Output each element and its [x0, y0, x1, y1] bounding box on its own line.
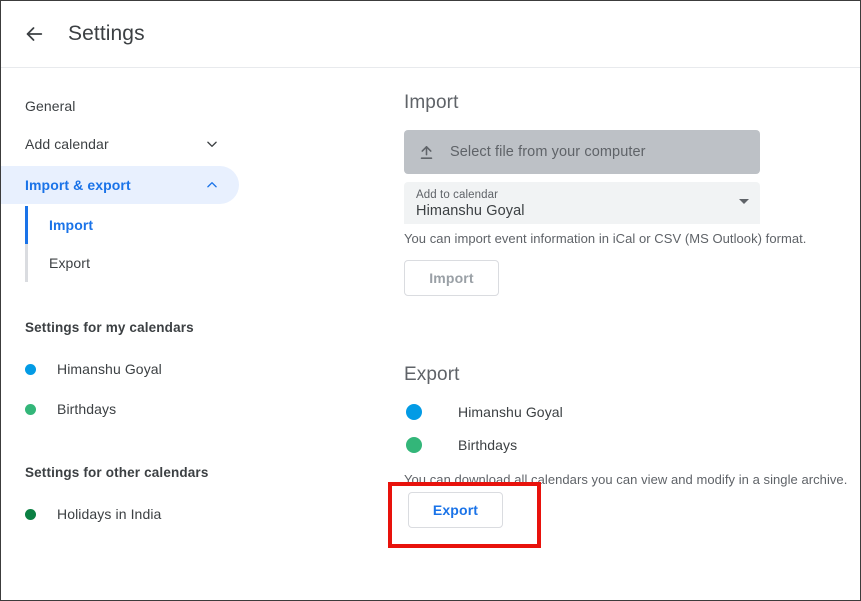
- sidebar-calendar-item[interactable]: Holidays in India: [25, 502, 161, 526]
- export-button-label: Export: [432, 502, 479, 518]
- export-section-title: Export: [404, 364, 460, 385]
- sidebar-calendar-item[interactable]: Himanshu Goyal: [25, 357, 162, 381]
- import-button-label: Import: [429, 270, 474, 286]
- sidebar-item-label: General: [25, 98, 76, 114]
- export-calendar-item: Himanshu Goyal: [406, 401, 563, 423]
- calendar-name: Birthdays: [458, 437, 518, 453]
- calendar-name: Himanshu Goyal: [458, 404, 563, 420]
- sidebar-subitem-import[interactable]: Import: [1, 206, 239, 244]
- sidebar-subitem-export[interactable]: Export: [1, 244, 239, 282]
- page-header: Settings: [1, 1, 860, 68]
- calendar-name: Holidays in India: [57, 506, 162, 522]
- sidebar-item-import-export[interactable]: Import & export: [1, 166, 239, 204]
- settings-sidebar: General Add calendar Import & export Imp…: [1, 68, 401, 600]
- arrow-left-icon: [23, 23, 45, 45]
- sidebar-subitem-label: Import: [49, 217, 94, 233]
- add-to-calendar-value: Himanshu Goyal: [416, 203, 525, 219]
- add-to-calendar-label: Add to calendar: [416, 189, 499, 201]
- export-calendar-item: Birthdays: [406, 434, 517, 456]
- chevron-down-icon: [203, 135, 221, 153]
- import-section-title: Import: [404, 92, 459, 113]
- upload-icon: [417, 143, 436, 162]
- calendar-color-dot: [25, 363, 36, 375]
- sidebar-item-general[interactable]: General: [1, 87, 239, 125]
- sidebar-item-label: Import & export: [25, 177, 131, 193]
- back-button[interactable]: [14, 14, 54, 54]
- calendar-color-dot: [406, 404, 422, 420]
- settings-content: Import Select file from your computer Ad…: [401, 68, 860, 600]
- sidebar-item-label: Add calendar: [25, 136, 109, 152]
- sidebar-subnav: Import Export: [1, 206, 239, 282]
- calendar-color-dot: [406, 437, 422, 453]
- calendar-color-dot: [25, 508, 36, 520]
- import-helper-text: You can import event information in iCal…: [404, 231, 807, 246]
- import-button[interactable]: Import: [404, 260, 499, 296]
- settings-page: Settings General Add calendar Import & e…: [0, 0, 861, 601]
- calendar-name: Birthdays: [57, 401, 117, 417]
- select-file-label: Select file from your computer: [450, 144, 646, 160]
- add-to-calendar-select[interactable]: Add to calendar Himanshu Goyal: [404, 182, 760, 224]
- sidebar-item-add-calendar[interactable]: Add calendar: [1, 125, 239, 163]
- sidebar-subitem-label: Export: [49, 255, 91, 271]
- sidebar-calendar-item[interactable]: Birthdays: [25, 397, 116, 421]
- dropdown-caret-icon: [739, 199, 749, 204]
- select-file-button[interactable]: Select file from your computer: [404, 130, 760, 174]
- my-calendars-heading: Settings for my calendars: [25, 320, 194, 335]
- calendar-name: Himanshu Goyal: [57, 361, 162, 377]
- chevron-up-icon: [203, 176, 221, 194]
- page-title: Settings: [68, 22, 145, 45]
- calendar-color-dot: [25, 403, 36, 415]
- export-helper-text: You can download all calendars you can v…: [404, 472, 848, 487]
- export-button[interactable]: Export: [408, 492, 503, 528]
- other-calendars-heading: Settings for other calendars: [25, 465, 209, 480]
